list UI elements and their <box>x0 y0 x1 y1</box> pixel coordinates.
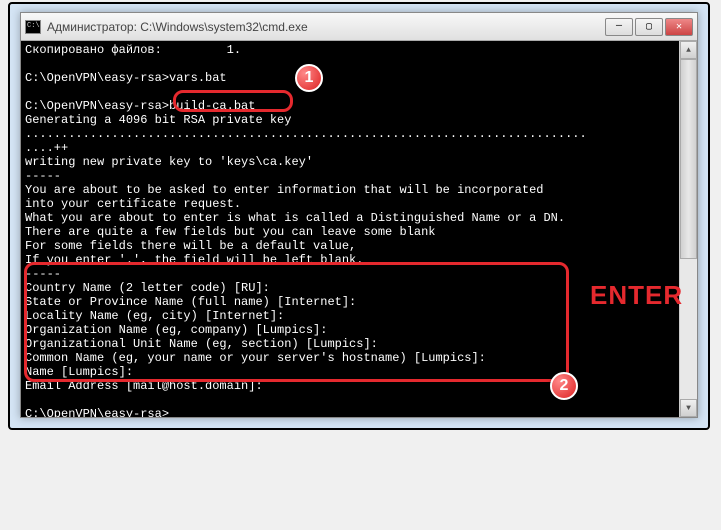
console-line: For some fields there will be a default … <box>25 239 356 253</box>
console-line: You are about to be asked to enter infor… <box>25 183 543 197</box>
window-title: Администратор: C:\Windows\system32\cmd.e… <box>47 20 605 34</box>
scroll-track[interactable] <box>680 59 697 399</box>
titlebar[interactable]: Администратор: C:\Windows\system32\cmd.e… <box>21 13 697 41</box>
highlight-box-2 <box>24 262 569 382</box>
close-button[interactable]: ✕ <box>665 18 693 36</box>
annotation-marker-1: 1 <box>295 64 323 92</box>
scroll-thumb[interactable] <box>680 59 697 259</box>
scrollbar[interactable]: ▲ ▼ <box>679 41 697 417</box>
console-line: ....++ <box>25 141 68 155</box>
console-line: There are quite a few fields but you can… <box>25 225 435 239</box>
window-controls: — ▢ ✕ <box>605 18 693 36</box>
console-line: ----- <box>25 169 61 183</box>
maximize-button[interactable]: ▢ <box>635 18 663 36</box>
cmd-icon <box>25 20 41 34</box>
console-line: Скопировано файлов: 1. <box>25 43 241 57</box>
console-line: writing new private key to 'keys\ca.key' <box>25 155 313 169</box>
highlight-box-1 <box>173 90 293 112</box>
enter-annotation: ENTER <box>590 280 683 311</box>
console-line: ........................................… <box>25 127 587 141</box>
console-line: into your certificate request. <box>25 197 241 211</box>
console-line: C:\OpenVPN\easy-rsa>vars.bat <box>25 71 227 85</box>
console-line: Generating a 4096 bit RSA private key <box>25 113 291 127</box>
annotation-marker-2: 2 <box>550 372 578 400</box>
scroll-up-button[interactable]: ▲ <box>680 41 697 59</box>
console-line: What you are about to enter is what is c… <box>25 211 565 225</box>
console-line: C:\OpenVPN\easy-rsa> <box>25 407 169 417</box>
minimize-button[interactable]: — <box>605 18 633 36</box>
scroll-down-button[interactable]: ▼ <box>680 399 697 417</box>
